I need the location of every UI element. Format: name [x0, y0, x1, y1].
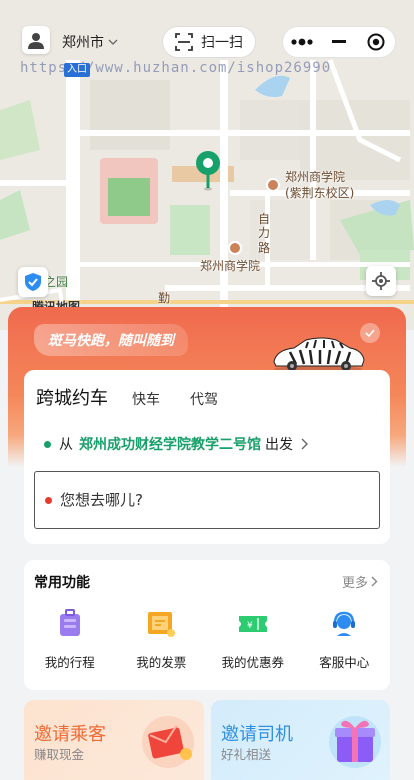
location-pin-icon[interactable] [194, 150, 222, 192]
city-name: 郑州市 [62, 35, 104, 51]
function-label: 我的发票 [136, 655, 187, 670]
pickup-location-row[interactable]: 从 郑州成功财经学院教学二号馆 出发 [44, 434, 309, 454]
invite-driver-card[interactable]: 邀请司机 好礼相送 [211, 700, 390, 780]
invoice-icon [145, 608, 177, 640]
functions-more-label: 更多 [341, 576, 368, 591]
zebra-car-icon [273, 337, 365, 372]
tab-express[interactable]: 快车 [132, 389, 160, 409]
service-tabs: 跨城约车 快车 代驾 [36, 384, 248, 410]
minimize-button[interactable] [320, 27, 357, 57]
function-label: 我的优惠券 [221, 655, 284, 670]
pickup-place: 郑州成功财经学院教学二号馆 [79, 437, 261, 453]
gift-box-icon [329, 716, 381, 768]
close-miniprogram-button[interactable] [358, 27, 395, 57]
minus-icon [331, 40, 346, 43]
invite-driver-title: 邀请司机 [221, 724, 293, 745]
pickup-prefix: 从 [59, 437, 73, 453]
function-my-invoices[interactable]: 我的发票 [116, 608, 208, 671]
pickup-dot-icon [44, 440, 51, 448]
entry-badge: 入口 [64, 63, 90, 77]
function-my-trips[interactable]: 我的行程 [24, 608, 116, 671]
destination-input[interactable] [60, 491, 360, 509]
poi-label-1-name: 郑州商学院 [285, 170, 346, 184]
more-menu-button[interactable] [283, 27, 320, 57]
crosshair-icon [372, 272, 390, 290]
destination-dot-icon [45, 496, 52, 504]
poi-marker-icon[interactable] [266, 178, 280, 192]
tab-intercity[interactable]: 跨城约车 [36, 384, 108, 410]
poi-label-1[interactable]: 郑州商学院 (紫荆东校区) [285, 170, 354, 201]
invite-driver-subtitle: 好礼相送 [221, 747, 272, 762]
chevron-right-icon [371, 576, 378, 587]
svg-text:¥: ¥ [247, 621, 253, 631]
miniprogram-capsule [282, 26, 396, 58]
function-label: 客服中心 [319, 655, 370, 670]
city-selector[interactable]: 郑州市 [62, 32, 118, 52]
shield-icon [25, 273, 41, 291]
invite-passenger-subtitle: 赚取现金 [34, 747, 85, 762]
headset-icon [328, 608, 360, 640]
user-avatar-button[interactable] [22, 26, 50, 54]
poi-label-1-sub: (紫荆东校区) [285, 185, 355, 200]
user-icon [28, 33, 44, 49]
coupon-icon: ¥ [237, 608, 269, 640]
common-functions-panel: 常用功能 更多 我的行程 我的发票 ¥ 我的优惠券 客服中心 [24, 560, 390, 690]
scan-label: 扫一扫 [201, 35, 243, 51]
red-envelope-icon [142, 716, 194, 768]
pickup-suffix: 出发 [265, 437, 293, 453]
functions-title: 常用功能 [34, 575, 90, 591]
destination-box[interactable] [34, 471, 380, 529]
top-bar: 郑州市 扫一扫 [0, 26, 414, 58]
locate-me-button[interactable] [366, 266, 396, 296]
luggage-icon [54, 608, 86, 640]
chevron-down-icon [108, 39, 118, 45]
scan-icon [175, 33, 193, 51]
scan-button[interactable]: 扫一扫 [162, 26, 256, 58]
safety-shield-button[interactable] [18, 267, 48, 297]
invite-passenger-card[interactable]: 邀请乘客 赚取现金 [24, 700, 204, 780]
booking-card: 跨城约车 快车 代驾 从 郑州成功财经学院教学二号馆 出发 [24, 370, 390, 544]
more-dots-icon [291, 38, 313, 46]
function-label: 我的行程 [44, 655, 95, 670]
functions-grid: 我的行程 我的发票 ¥ 我的优惠券 客服中心 [24, 608, 390, 671]
banner-slogan: 斑马快跑，随叫随到 [34, 324, 188, 356]
road-label: 自力路 [258, 212, 271, 255]
road-label-2: 勤 [158, 291, 171, 305]
poi-marker-icon[interactable] [228, 241, 242, 255]
function-customer-service[interactable]: 客服中心 [299, 608, 391, 671]
invite-passenger-title: 邀请乘客 [34, 724, 106, 745]
tab-designated-driver[interactable]: 代驾 [190, 389, 218, 409]
target-close-icon [367, 33, 385, 51]
poi-label-2[interactable]: 郑州商学院 [200, 259, 260, 275]
function-my-coupons[interactable]: ¥ 我的优惠券 [207, 608, 299, 671]
chevron-right-icon [301, 438, 308, 450]
functions-more-link[interactable]: 更多 [342, 572, 378, 591]
